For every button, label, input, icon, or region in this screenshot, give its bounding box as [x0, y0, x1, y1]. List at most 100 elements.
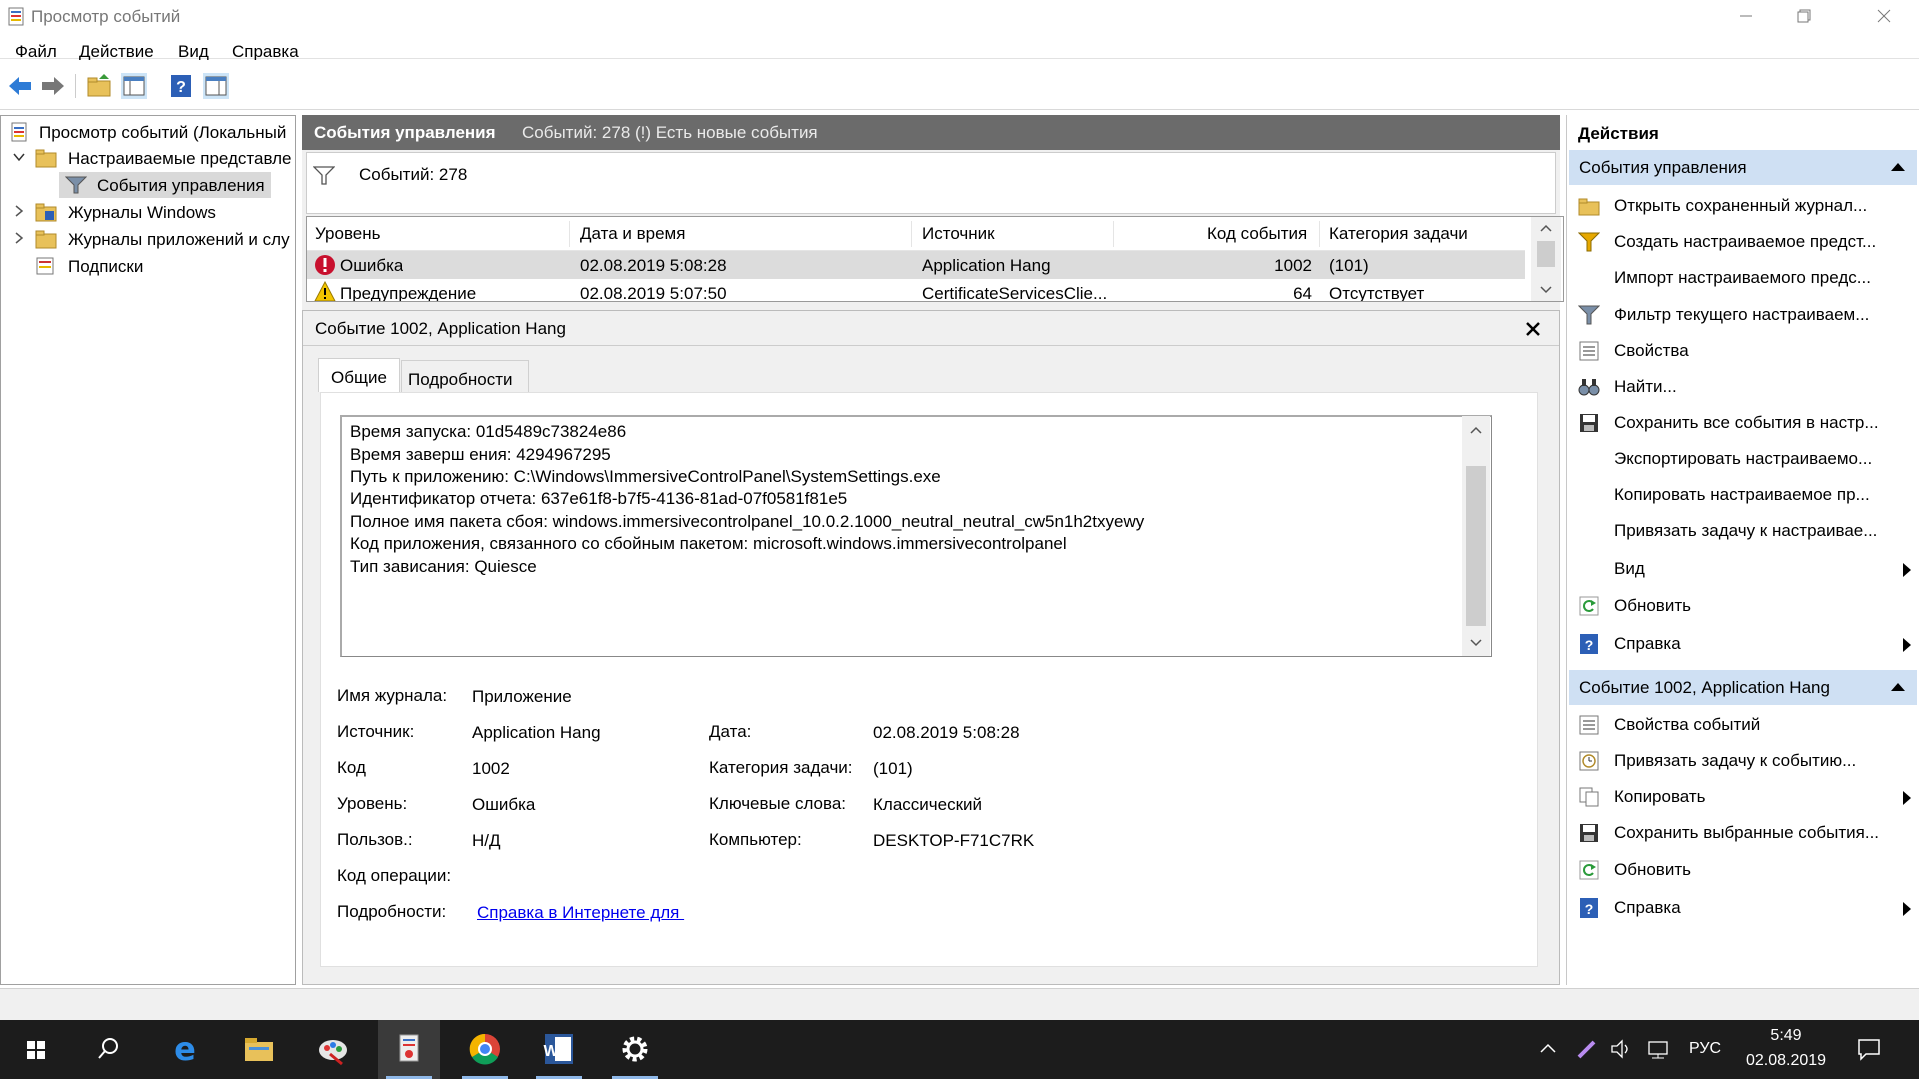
console-tree: Просмотр событий (Локальный Настраиваемы…	[0, 115, 296, 1079]
collapse-up-icon[interactable]	[1891, 163, 1905, 171]
forward-arrow-icon[interactable]	[40, 73, 66, 99]
copy-icon	[1578, 786, 1600, 808]
event-viewer-taskbar-icon[interactable]	[378, 1020, 440, 1079]
chevron-up-icon[interactable]	[1539, 1040, 1557, 1058]
action-attach-task-to-view[interactable]: Привязать задачу к настраивае...	[1566, 513, 1919, 549]
clock-time[interactable]: 5:49	[1752, 1027, 1820, 1045]
minimize-button[interactable]	[1717, 0, 1775, 33]
col-source[interactable]: Источник	[922, 224, 995, 244]
action-filter-current-view[interactable]: Фильтр текущего настраиваем...	[1566, 297, 1919, 333]
grid-header: Уровень Дата и время Источник Код событи…	[307, 217, 1525, 251]
action-help[interactable]: ? Справка	[1566, 890, 1919, 926]
file-explorer-icon[interactable]	[228, 1020, 290, 1079]
col-event-code[interactable]: Код события	[1207, 224, 1307, 244]
filter-bar: Событий: 278	[306, 152, 1556, 214]
windows-logs-folder-icon	[35, 202, 57, 222]
action-copy[interactable]: Копировать	[1566, 779, 1919, 815]
tree-custom-views[interactable]: Настраиваемые представле	[1, 145, 295, 171]
menu-view[interactable]: Вид	[178, 42, 209, 62]
notifications-icon[interactable]	[1856, 1036, 1882, 1062]
action-attach-task-to-event[interactable]: Привязать задачу к событию...	[1566, 743, 1919, 779]
description-line: Время заверш ения: 4294967295	[350, 445, 611, 464]
menu-help[interactable]: Справка	[232, 42, 299, 62]
grid-vertical-scrollbar[interactable]	[1531, 217, 1561, 301]
back-arrow-icon[interactable]	[7, 73, 33, 99]
user-value: Н/Д	[472, 831, 501, 850]
folder-icon	[35, 148, 57, 168]
description-scrollbar[interactable]	[1462, 416, 1490, 656]
search-icon[interactable]	[78, 1020, 140, 1079]
online-help-link[interactable]: Справка в Интернете для	[477, 903, 684, 923]
action-refresh[interactable]: Обновить	[1566, 588, 1919, 624]
col-datetime[interactable]: Дата и время	[580, 224, 685, 244]
help-icon[interactable]: ?	[168, 73, 194, 99]
action-import-custom-view[interactable]: Импорт настраиваемого предс...	[1566, 260, 1919, 296]
word-app-icon[interactable]: W	[528, 1020, 590, 1079]
col-level[interactable]: Уровень	[315, 224, 381, 244]
row-code: 1002	[1274, 256, 1312, 275]
input-language[interactable]: РУС	[1689, 1040, 1721, 1058]
menu-file[interactable]: Файл	[15, 42, 57, 62]
action-help[interactable]: ? Справка	[1566, 626, 1919, 662]
action-save-selected-events[interactable]: Сохранить выбранные события...	[1566, 815, 1919, 851]
tab-general[interactable]: Общие	[318, 358, 400, 392]
menu-bar: Файл Действие Вид Справка	[0, 33, 1919, 62]
edge-browser-icon[interactable]: e	[154, 1020, 216, 1079]
show-hide-actions-icon[interactable]	[203, 73, 229, 99]
pen-icon[interactable]	[1576, 1038, 1598, 1060]
tree-app-logs[interactable]: Журналы приложений и слу	[1, 226, 295, 252]
filter-count: Событий: 278	[359, 165, 468, 184]
col-task-category[interactable]: Категория задачи	[1329, 224, 1468, 244]
action-properties[interactable]: Свойства	[1566, 333, 1919, 369]
keywords-value: Классический	[873, 795, 983, 814]
tree-windows-logs[interactable]: Журналы Windows	[1, 199, 295, 225]
properties-icon	[1578, 340, 1600, 362]
filter-icon	[313, 165, 335, 187]
svg-text:W: W	[543, 1043, 559, 1060]
folder-up-icon[interactable]	[86, 73, 112, 99]
paint-app-icon[interactable]	[302, 1020, 364, 1079]
tree-root[interactable]: Просмотр событий (Локальный	[1, 119, 295, 145]
action-export-custom-view[interactable]: Экспортировать настраиваемо...	[1566, 441, 1919, 477]
action-find[interactable]: Найти...	[1566, 369, 1919, 405]
show-hide-tree-icon[interactable]	[121, 73, 147, 99]
chrome-browser-icon[interactable]	[454, 1020, 516, 1079]
restore-button[interactable]	[1775, 0, 1833, 33]
action-view[interactable]: Вид	[1566, 551, 1919, 587]
tree-root-label: Просмотр событий (Локальный	[39, 123, 287, 142]
action-event-properties[interactable]: Свойства событий	[1566, 707, 1919, 743]
subscriptions-icon	[35, 256, 55, 276]
events-header-title: События управления	[314, 123, 496, 142]
network-icon[interactable]	[1646, 1038, 1672, 1060]
tree-admin-events[interactable]: События управления	[59, 172, 271, 198]
action-create-custom-view[interactable]: Создать настраиваемое предст...	[1566, 224, 1919, 260]
action-open-saved-log[interactable]: Открыть сохраненный журнал...	[1566, 188, 1919, 224]
settings-gear-icon[interactable]	[604, 1020, 666, 1079]
action-label: Привязать задачу к событию...	[1614, 751, 1857, 770]
collapse-up-icon[interactable]	[1891, 683, 1905, 691]
taskbar: e W РУС 5:49 02.08.2019	[0, 1020, 1919, 1079]
close-window-button[interactable]	[1855, 0, 1913, 33]
actions-section-event[interactable]: Событие 1002, Application Hang	[1569, 670, 1917, 705]
actions-section-admin-events[interactable]: События управления	[1569, 150, 1917, 185]
tree-subscriptions[interactable]: Подписки	[1, 253, 295, 279]
action-label: Свойства событий	[1614, 715, 1761, 734]
events-grid: Уровень Дата и время Источник Код событи…	[306, 216, 1564, 302]
start-windows-icon[interactable]	[4, 1020, 66, 1079]
table-row[interactable]: Ошибка 02.08.2019 5:08:28 Application Ha…	[307, 251, 1525, 279]
clock-date[interactable]: 02.08.2019	[1741, 1052, 1831, 1070]
action-refresh[interactable]: Обновить	[1566, 852, 1919, 888]
chevron-right-icon[interactable]	[12, 231, 26, 245]
volume-icon[interactable]	[1610, 1038, 1634, 1060]
tab-details[interactable]: Подробности	[401, 360, 529, 394]
warning-icon	[314, 281, 336, 301]
title-bar: Просмотр событий	[0, 0, 1919, 33]
action-save-all-events[interactable]: Сохранить все события в настр...	[1566, 405, 1919, 441]
menu-action[interactable]: Действие	[79, 42, 154, 62]
close-icon[interactable]	[1524, 320, 1542, 338]
table-row[interactable]: Предупреждение 02.08.2019 5:07:50 Certif…	[307, 279, 1525, 301]
action-copy-custom-view[interactable]: Копировать настраиваемое пр...	[1566, 477, 1919, 513]
event-description[interactable]: Время запуска: 01d5489c73824e86 Время за…	[340, 415, 1492, 657]
chevron-down-icon[interactable]	[12, 150, 26, 164]
chevron-right-icon[interactable]	[12, 204, 26, 218]
